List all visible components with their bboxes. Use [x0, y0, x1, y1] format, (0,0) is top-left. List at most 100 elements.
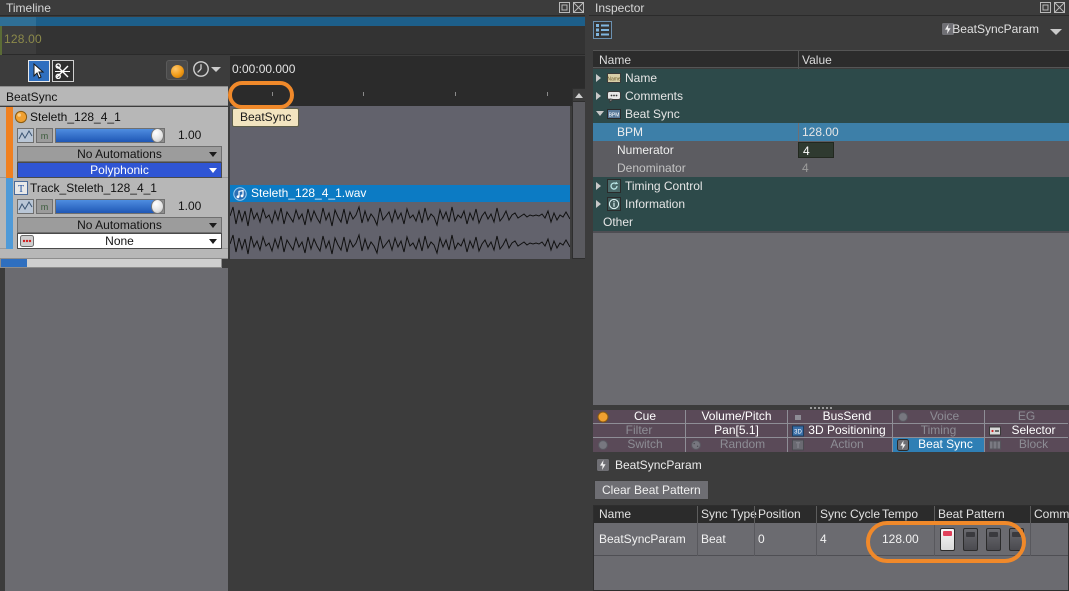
value-column-divider	[798, 123, 799, 141]
close-icon[interactable]	[573, 2, 584, 13]
column-divider[interactable]	[798, 51, 799, 69]
select-tool-button[interactable]	[28, 60, 50, 82]
clip-editor-area[interactable]: BeatSync Steleth_128_4_1.wav	[230, 106, 570, 259]
chevron-down-icon[interactable]	[1050, 29, 1062, 35]
record-button[interactable]	[166, 60, 188, 80]
property-row-beat-sync[interactable]: BPM Beat Sync	[593, 105, 1069, 123]
chevron-up-icon	[575, 93, 583, 98]
volume-slider[interactable]	[55, 128, 165, 143]
column-header-name: Name	[599, 53, 632, 67]
property-row-information[interactable]: Information	[593, 195, 1069, 213]
clock-dropdown-arrow[interactable]	[211, 67, 221, 72]
beat-pattern-toggle-3[interactable]	[986, 528, 1001, 551]
timecode-display[interactable]: 0:00:00.000	[230, 56, 588, 86]
tab-action: T Action	[788, 438, 893, 452]
timeline-title-bar: Timeline	[0, 0, 588, 16]
automation-curve-button[interactable]	[17, 128, 34, 143]
tab-pan[interactable]: Pan[5.1]	[686, 424, 788, 438]
tab-label: Pan[5.1]	[714, 423, 759, 437]
track-mode-dropdown[interactable]: None	[17, 233, 222, 249]
volume-slider-knob[interactable]	[151, 128, 164, 143]
track-mode-dropdown[interactable]: Polyphonic	[17, 162, 222, 178]
automation-curve-button[interactable]	[17, 199, 34, 214]
waveform-display	[230, 202, 570, 259]
volume-slider-knob[interactable]	[151, 199, 164, 214]
numerator-input[interactable]: 4	[798, 142, 834, 158]
track-mode-label: Polyphonic	[90, 163, 149, 177]
table-row[interactable]: BeatSyncParam Beat 0 4 128.00	[594, 523, 1068, 556]
block-icon	[989, 439, 1001, 451]
beat-sync-icon	[596, 458, 610, 472]
tab-cue[interactable]: Cue	[593, 410, 686, 424]
property-label: Beat Sync	[625, 107, 680, 121]
property-row-comments[interactable]: Comments	[593, 87, 1069, 105]
property-row-other[interactable]: Other	[593, 213, 1069, 231]
track-list-horizontal-scrollbar[interactable]	[0, 258, 222, 268]
restore-icon[interactable]	[559, 2, 570, 13]
restore-icon[interactable]	[1040, 2, 1051, 13]
clear-beat-pattern-button[interactable]: Clear Beat Pattern	[594, 480, 709, 500]
beat-pattern-toggle-2[interactable]	[963, 528, 978, 551]
audio-clip-header[interactable]: Steleth_128_4_1.wav	[230, 185, 570, 202]
timeline-ruler-segment	[0, 17, 36, 26]
beat-pattern-toggle-1[interactable]	[940, 528, 955, 551]
clip-badge-beatsync[interactable]: BeatSync	[232, 108, 300, 127]
track-row[interactable]: Steleth_128_4_1 m 1.00 No Automations Po…	[0, 107, 228, 178]
record-icon	[171, 65, 184, 78]
property-row-bpm[interactable]: BPM 128.00	[593, 123, 1069, 141]
chevron-right-icon[interactable]	[596, 92, 601, 100]
ruler-tick	[363, 92, 364, 96]
timeline-panel: Timeline 128.00 0:00:00.000 BeatSync Ste…	[0, 0, 588, 591]
timeline-ruler-marker	[0, 26, 2, 55]
mute-button[interactable]: m	[36, 128, 53, 143]
timeline-ruler-bar[interactable]	[0, 17, 588, 26]
chevron-down-icon[interactable]	[596, 111, 604, 116]
chevron-right-icon[interactable]	[596, 200, 601, 208]
chevron-right-icon[interactable]	[596, 74, 601, 82]
tab-selector[interactable]: Selector	[985, 424, 1068, 438]
bussend-icon	[792, 411, 804, 423]
track-list-empty-area	[0, 268, 228, 591]
svg-text:m: m	[41, 131, 49, 141]
scroll-up-button[interactable]	[573, 89, 585, 102]
track-row[interactable]: T Track_Steleth_128_4_1 m 1.00 No Automa…	[0, 178, 228, 249]
clip-zone-header[interactable]	[230, 86, 588, 106]
chevron-right-icon[interactable]	[596, 182, 601, 190]
automation-dropdown[interactable]: No Automations	[17, 217, 222, 233]
timeline-vertical-scrollbar[interactable]	[572, 88, 586, 259]
inspector-object-name: BeatSyncParam	[952, 22, 1039, 36]
property-row-timing-control[interactable]: Timing Control	[593, 177, 1069, 195]
automation-dropdown-label: No Automations	[77, 147, 162, 161]
volume-slider-fill	[56, 200, 160, 213]
clock-icon[interactable]	[192, 60, 210, 78]
tab-beat-sync[interactable]: Beat Sync	[893, 438, 985, 452]
th-position: Position	[758, 507, 801, 521]
property-row-numerator[interactable]: Numerator 4	[593, 141, 1069, 159]
cut-tool-button[interactable]	[52, 60, 74, 82]
property-row-denominator[interactable]: Denominator 4	[593, 159, 1069, 177]
th-comment: Comm	[1034, 507, 1069, 521]
tab-volume-pitch[interactable]: Volume/Pitch	[686, 410, 788, 424]
automation-dropdown[interactable]: No Automations	[17, 146, 222, 162]
bpm-icon: BPM	[607, 107, 621, 121]
column-header-value: Value	[802, 53, 832, 67]
cell-tempo[interactable]: 128.00	[882, 532, 919, 546]
tab-3d-positioning[interactable]: 3D 3D Positioning	[788, 424, 893, 438]
close-icon[interactable]	[1054, 2, 1065, 13]
property-label: Numerator	[617, 143, 674, 157]
track-list: Steleth_128_4_1 m 1.00 No Automations Po…	[0, 107, 228, 259]
mute-button[interactable]: m	[36, 199, 53, 214]
beat-sync-icon	[897, 439, 909, 451]
list-view-icon[interactable]	[593, 21, 612, 39]
scrollbar-thumb[interactable]	[1, 259, 27, 267]
cell-sync-cycle: 4	[820, 532, 827, 546]
beat-sync-param-label: BeatSyncParam	[615, 458, 702, 472]
volume-slider[interactable]	[55, 199, 165, 214]
timeline-ruler[interactable]: 128.00	[0, 17, 588, 55]
tab-bussend[interactable]: BusSend	[788, 410, 893, 424]
ruler-tick	[547, 92, 548, 96]
beat-pattern-toggle-4[interactable]	[1009, 528, 1024, 551]
beat-sync-table-header: Name Sync Type Position Sync Cycle Tempo…	[594, 506, 1069, 523]
audio-clip[interactable]: Steleth_128_4_1.wav	[230, 185, 570, 259]
property-row-name[interactable]: Name Name	[593, 69, 1069, 87]
